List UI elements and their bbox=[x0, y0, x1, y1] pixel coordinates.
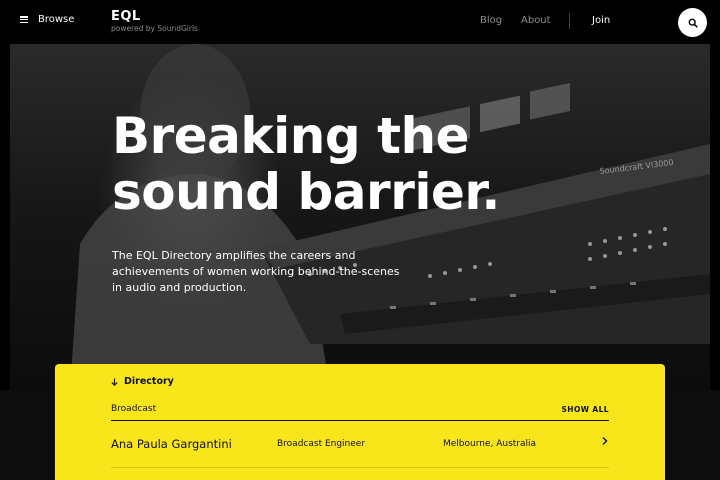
headline-line-2: sound barrier. bbox=[112, 163, 500, 221]
entry-location: Melbourne, Australia bbox=[443, 439, 537, 449]
directory-link[interactable]: Directory bbox=[111, 376, 174, 387]
show-all-link[interactable]: SHOW ALL bbox=[561, 405, 609, 414]
nav-link-about[interactable]: About bbox=[521, 15, 551, 26]
browse-menu-button[interactable]: Browse bbox=[20, 14, 74, 25]
headline-line-1: Breaking the bbox=[112, 107, 470, 165]
brand-logo[interactable]: EQL powered by SoundGirls bbox=[111, 9, 198, 34]
category-label: Broadcast bbox=[111, 404, 157, 414]
search-icon bbox=[688, 18, 698, 28]
join-link[interactable]: Join bbox=[592, 15, 610, 26]
hero-headline: Breaking the sound barrier. bbox=[112, 108, 500, 220]
top-nav: Browse EQL powered by SoundGirls Blog Ab… bbox=[0, 0, 720, 44]
directory-label: Directory bbox=[124, 376, 174, 387]
search-button[interactable] bbox=[678, 8, 707, 37]
entry-role: Broadcast Engineer bbox=[277, 439, 366, 449]
nav-divider bbox=[569, 13, 570, 29]
directory-entry[interactable]: Ana Paula Gargantini Broadcast Engineer … bbox=[111, 428, 609, 468]
hero-intro: The EQL Directory amplifies the careers … bbox=[112, 249, 400, 294]
browse-label: Browse bbox=[38, 14, 75, 25]
category-header: Broadcast SHOW ALL bbox=[111, 404, 609, 421]
brand-subtitle: powered by SoundGirls bbox=[111, 24, 198, 33]
nav-link-blog[interactable]: Blog bbox=[480, 15, 502, 26]
chevron-right-icon bbox=[602, 437, 608, 445]
arrow-down-icon bbox=[111, 378, 118, 386]
directory-panel: Directory Broadcast SHOW ALL Ana Paula G… bbox=[55, 364, 665, 480]
brand-title: EQL bbox=[111, 9, 141, 24]
entry-name: Ana Paula Gargantini bbox=[111, 437, 232, 451]
hamburger-icon bbox=[20, 16, 28, 23]
